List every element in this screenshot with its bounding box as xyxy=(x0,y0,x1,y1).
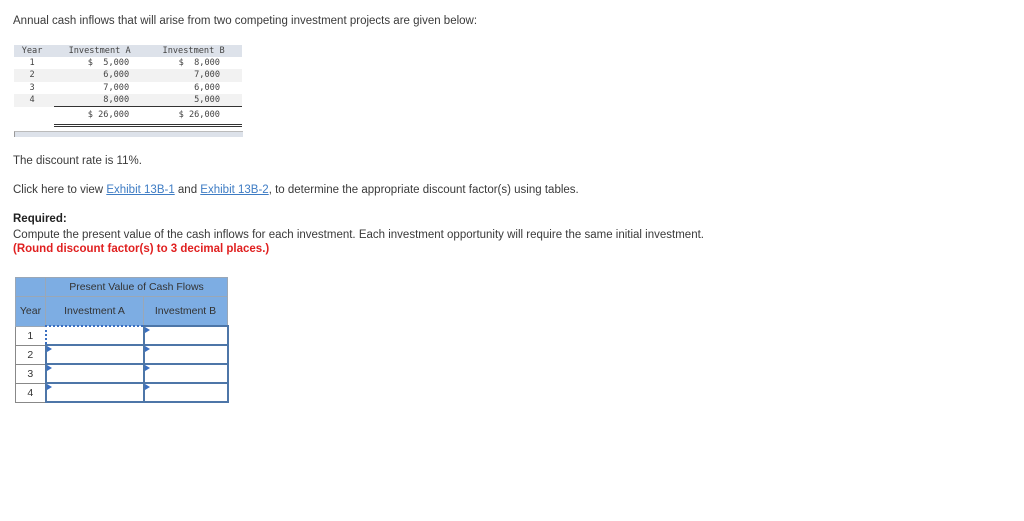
input-marker-icon xyxy=(46,346,52,352)
required-label: Required: xyxy=(13,213,67,225)
given-header-investment-a: Investment A xyxy=(54,45,146,58)
given-header-year: Year xyxy=(14,45,55,58)
exhibits-middle: and xyxy=(174,184,201,196)
input-marker-icon xyxy=(46,365,52,371)
given-year: 2 xyxy=(14,69,55,82)
pv-year-4-investment-a-input[interactable] xyxy=(46,384,143,401)
given-row: 1 $ 5,000 $ 8,000 xyxy=(14,57,242,69)
rounding-note: (Round discount factor(s) to 3 decimal p… xyxy=(13,243,270,255)
pv-year-2-investment-b-input[interactable] xyxy=(144,346,227,363)
pv-header-row: Year Investment A Investment B xyxy=(15,296,228,327)
given-year: 1 xyxy=(29,58,35,69)
pv-investment-a-cell[interactable] xyxy=(44,382,145,403)
exhibits-line: Click here to view Exhibit 13B-1 and Exh… xyxy=(13,184,579,196)
input-marker-icon xyxy=(144,346,150,352)
present-value-table: Present Value of Cash Flows Year Investm… xyxy=(15,277,229,403)
exhibit-13b-2-link[interactable]: Exhibit 13B-2 xyxy=(200,184,268,196)
pv-header-investment-b: Investment B xyxy=(143,296,228,327)
pv-investment-b-cell[interactable] xyxy=(142,382,229,403)
pv-year: 3 xyxy=(15,363,46,384)
given-row: 4 8,000 5,000 xyxy=(14,93,242,108)
given-total-row: $ 26,000 $ 26,000 xyxy=(14,106,242,128)
intro-text: Annual cash inflows that will arise from… xyxy=(13,15,478,27)
pv-year-3-investment-a-input[interactable] xyxy=(46,365,143,382)
given-investment-b-value: 6,000 xyxy=(194,82,220,93)
pv-row: 1 xyxy=(15,325,229,346)
input-marker-icon xyxy=(144,384,150,390)
given-investment-b-value: 7,000 xyxy=(145,69,242,82)
pv-investment-a-cell[interactable] xyxy=(44,344,145,365)
pv-row: 4 xyxy=(15,382,229,403)
required-text: Compute the present value of the cash in… xyxy=(13,229,704,241)
cash-inflows-table: Year Investment A Investment B 1 $ 5,000… xyxy=(14,45,242,128)
pv-header-investment-a: Investment A xyxy=(45,296,144,327)
pv-investment-b-cell[interactable] xyxy=(142,325,229,346)
given-investment-b-value: $ 8,000 xyxy=(178,58,220,69)
pv-year-3-investment-b-input[interactable] xyxy=(144,365,227,382)
required-instructions: Compute the present value of the cash in… xyxy=(13,228,733,256)
given-year: 3 xyxy=(29,82,35,93)
given-row: 2 6,000 7,000 xyxy=(14,69,242,82)
discount-rate-text: The discount rate is 11%. xyxy=(13,155,142,167)
exhibit-13b-1-link[interactable]: Exhibit 13B-1 xyxy=(106,184,174,196)
given-year: 4 xyxy=(14,93,55,107)
exhibits-suffix: , to determine the appropriate discount … xyxy=(268,184,579,196)
pv-investment-b-cell[interactable] xyxy=(142,344,229,365)
given-investment-a-value: 6,000 xyxy=(54,69,146,82)
given-investment-a-value: $ 5,000 xyxy=(87,58,130,69)
pv-row: 2 xyxy=(15,344,229,365)
pv-year-4-investment-b-input[interactable] xyxy=(144,384,227,401)
given-total-spacer xyxy=(14,107,54,126)
input-marker-icon xyxy=(144,365,150,371)
pv-year-1-investment-a-input[interactable] xyxy=(46,327,143,344)
pv-investment-a-cell[interactable] xyxy=(44,325,145,346)
given-header-investment-b: Investment B xyxy=(145,45,242,58)
pv-year-1-investment-b-input[interactable] xyxy=(144,327,227,344)
given-table-footer-bar xyxy=(14,131,243,137)
pv-year: 2 xyxy=(15,344,46,365)
pv-year: 1 xyxy=(15,325,46,346)
exhibits-prefix: Click here to view xyxy=(13,184,107,196)
pv-investment-b-cell[interactable] xyxy=(142,363,229,384)
given-total-investment-a: $ 26,000 xyxy=(54,106,146,128)
given-investment-a-value: 7,000 xyxy=(103,82,130,93)
pv-table-title: Present Value of Cash Flows xyxy=(45,277,228,297)
pv-year: 4 xyxy=(15,382,46,403)
pv-title-spacer xyxy=(15,277,46,297)
pv-investment-a-cell[interactable] xyxy=(44,363,145,384)
input-marker-icon xyxy=(144,327,150,333)
pv-title-row: Present Value of Cash Flows xyxy=(15,277,228,297)
pv-row: 3 xyxy=(15,363,229,384)
given-investment-b-value: 5,000 xyxy=(145,93,242,108)
given-total-investment-b: $ 26,000 xyxy=(145,106,242,128)
given-row: 3 7,000 6,000 xyxy=(14,82,242,94)
given-cash-inflows-table: Year Investment A Investment B 1 $ 5,000… xyxy=(14,45,242,128)
pv-header-year: Year xyxy=(15,296,46,327)
given-header-row: Year Investment A Investment B xyxy=(14,45,242,58)
given-investment-a-value: 8,000 xyxy=(54,93,146,108)
pv-year-2-investment-a-input[interactable] xyxy=(46,346,143,363)
input-marker-icon xyxy=(46,384,52,390)
